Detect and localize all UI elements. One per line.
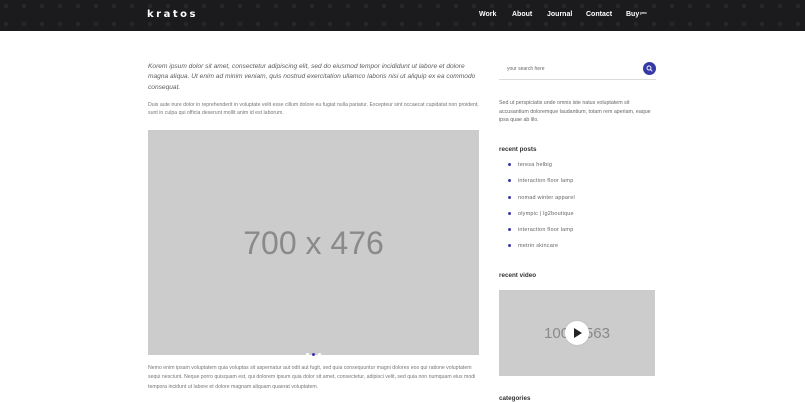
bullet-icon bbox=[508, 244, 511, 248]
sidebar-about-text: Sed ut perspiciatis unde omnis iste natu… bbox=[499, 100, 651, 124]
slider-dot[interactable] bbox=[306, 353, 309, 356]
video-play-button[interactable] bbox=[565, 321, 589, 345]
slider-dot-active[interactable] bbox=[312, 353, 315, 356]
search-icon bbox=[646, 65, 653, 72]
slider-dots bbox=[306, 343, 324, 356]
bullet-icon bbox=[508, 195, 511, 199]
hero-image-placeholder-label: 700 x 476 bbox=[243, 225, 384, 261]
bullet-icon bbox=[508, 228, 511, 232]
nav-buy[interactable]: Buypro bbox=[626, 10, 647, 18]
nav-work[interactable]: Work bbox=[479, 11, 496, 18]
bullet-icon bbox=[508, 163, 511, 166]
recent-post-item[interactable]: metrin skincare bbox=[508, 243, 575, 259]
main-nav: Work About Journal Contact Buypro bbox=[0, 10, 805, 23]
sidebar-search bbox=[499, 61, 656, 80]
search-button[interactable] bbox=[643, 62, 656, 75]
recent-post-item[interactable]: interaction floor lamp bbox=[508, 178, 575, 194]
nav-buy-pro-badge: pro bbox=[640, 10, 647, 15]
recent-posts-heading: recent posts bbox=[499, 146, 537, 153]
body-paragraph-1: Duis aute irure dolor in reprehenderit i… bbox=[148, 102, 479, 117]
play-icon bbox=[574, 328, 582, 338]
recent-post-label: interaction floor lamp bbox=[518, 227, 574, 234]
recent-post-label: teresa helbig bbox=[518, 162, 553, 168]
intro-text: Korem ipsum dolor sit amet, consectetur … bbox=[148, 63, 476, 91]
recent-post-item[interactable]: nomad winter apparel bbox=[508, 195, 575, 211]
recent-post-label: interaction floor lamp bbox=[518, 178, 574, 185]
recent-post-label: olympic | lg2boutique bbox=[518, 210, 574, 217]
recent-video-heading: recent video bbox=[499, 272, 537, 279]
bullet-icon bbox=[508, 211, 511, 215]
nav-buy-label: Buy bbox=[626, 11, 640, 18]
recent-post-item[interactable]: teresa helbig bbox=[508, 162, 575, 178]
recent-post-item[interactable]: interaction floor lamp bbox=[508, 227, 575, 243]
nav-about[interactable]: About bbox=[512, 11, 532, 18]
top-navigation-bar: kratos Work About Journal Contact Buypro bbox=[0, 0, 805, 31]
search-input[interactable] bbox=[499, 63, 642, 75]
nav-journal[interactable]: Journal bbox=[547, 11, 572, 18]
nav-contact[interactable]: Contact bbox=[586, 11, 612, 18]
recent-post-item[interactable]: olympic | lg2boutique bbox=[508, 211, 575, 227]
recent-posts-list: teresa helbig interaction floor lamp nom… bbox=[508, 162, 575, 260]
body-paragraph-2: Nemo enim ipsam voluptatem quia voluptas… bbox=[148, 365, 476, 390]
slider-dot[interactable] bbox=[318, 353, 321, 356]
categories-heading: categories bbox=[499, 395, 531, 402]
recent-post-label: nomad winter apparel bbox=[518, 194, 575, 201]
hero-image-slider[interactable]: 700 x 476 bbox=[148, 130, 479, 356]
recent-post-label: metrin skincare bbox=[518, 243, 559, 250]
bullet-icon bbox=[508, 179, 511, 183]
